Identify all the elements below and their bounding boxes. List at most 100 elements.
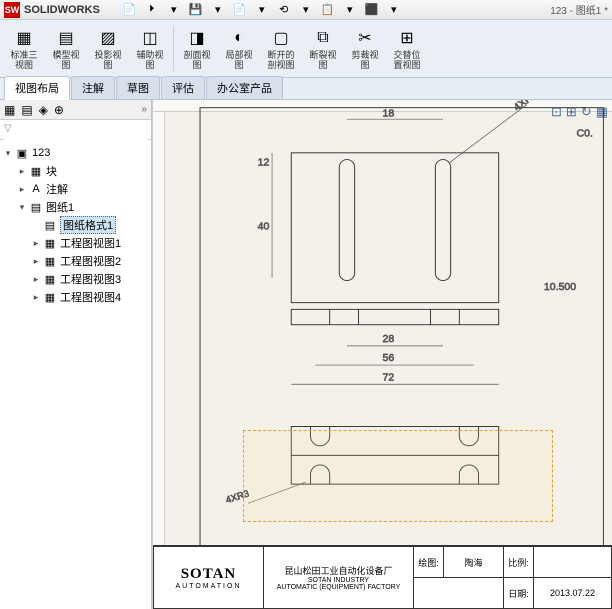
ribbon-button[interactable]: ▨投影视 图 (88, 22, 128, 75)
ribbon-button[interactable]: ◐局部视 图 (219, 22, 259, 75)
ribbon-icon: ▤ (54, 26, 78, 50)
qat-button[interactable]: ▾ (296, 2, 316, 18)
tab[interactable]: 注解 (71, 76, 115, 99)
ribbon-label: 断开的 剖视图 (262, 51, 300, 71)
tree-tab-icon[interactable]: ◈ (39, 103, 48, 117)
node-icon: ▦ (42, 254, 58, 268)
node-label: 工程图视图3 (60, 271, 121, 287)
dim-72: 72 (383, 371, 395, 383)
ribbon-label: 交替位 置视图 (388, 51, 426, 71)
ribbon-label: 剪裁视 图 (346, 51, 384, 71)
qat-button[interactable]: ▾ (340, 2, 360, 18)
tb-company-en2: AUTOMATIC (EQUIPMENT) FACTORY (267, 584, 410, 591)
expand-icon[interactable]: ▾ (2, 148, 14, 159)
ribbon-label: 剖面视 图 (178, 51, 216, 71)
tb-draw-label: 绘图: (414, 547, 444, 578)
qat-button[interactable]: 💾 (186, 2, 206, 18)
document-title: 123 - 图纸1 * (550, 2, 608, 17)
node-label: 图纸格式1 (60, 216, 116, 234)
drawing-canvas[interactable]: ⊡ ⊞ ↻ ▦ 18 (152, 100, 612, 609)
node-label: 图纸1 (46, 199, 74, 215)
ribbon-label: 模型视 图 (47, 51, 85, 71)
ribbon-label: 标准三 视图 (5, 51, 43, 71)
ribbon-label: 辅助视 图 (131, 51, 169, 71)
ribbon-button[interactable]: ⧉断裂视 图 (303, 22, 343, 75)
qat-button[interactable]: 📋 (318, 2, 338, 18)
expand-icon[interactable]: ▸ (30, 274, 42, 285)
qat-button[interactable]: 📄 (230, 2, 250, 18)
qat-button[interactable]: ▾ (164, 2, 184, 18)
ribbon-icon: ◨ (185, 26, 209, 50)
app-name: SOLIDWORKS (24, 4, 100, 16)
tb-date-label: 日期: (504, 578, 534, 609)
collapse-arrow-icon[interactable]: » (141, 104, 147, 115)
qat-button[interactable]: ⟲ (274, 2, 294, 18)
node-icon: ▦ (42, 290, 58, 304)
node-label: 工程图视图1 (60, 235, 121, 251)
ribbon-toolbar: ▦标准三 视图▤模型视 图▨投影视 图◫辅助视 图◨剖面视 图◐局部视 图▢断开… (0, 20, 612, 78)
filter-icon[interactable]: ▽ (4, 123, 12, 134)
tree-tab-icon[interactable]: ⊕ (54, 103, 64, 117)
expand-icon[interactable]: ▸ (30, 238, 42, 249)
ribbon-icon: ▢ (269, 26, 293, 50)
node-label: 123 (32, 147, 50, 159)
dim-12: 12 (258, 156, 270, 168)
ribbon-button[interactable]: ▤模型视 图 (46, 22, 86, 75)
expand-icon[interactable]: ▸ (30, 256, 42, 267)
tab[interactable]: 办公室产品 (206, 76, 283, 99)
ribbon-icon: ▦ (12, 26, 36, 50)
ribbon-icon: ▨ (96, 26, 120, 50)
tab[interactable]: 评估 (161, 76, 205, 99)
feature-search-row: ▽ (0, 120, 151, 140)
tab[interactable]: 草图 (116, 76, 160, 99)
ribbon-separator (173, 26, 174, 71)
node-icon: ▤ (28, 200, 44, 214)
ribbon-label: 局部视 图 (220, 51, 258, 71)
qat-button[interactable]: ▾ (384, 2, 404, 18)
dim-4xr3: 4XR3 (511, 100, 539, 114)
dim-28: 28 (383, 333, 395, 345)
node-icon: ▦ (42, 236, 58, 250)
tree-node[interactable]: ▸▦块 (2, 162, 149, 180)
tb-company-cn: 昆山松田工业自动化设备厂 (267, 564, 410, 577)
node-label: 工程图视图2 (60, 253, 121, 269)
quick-access-toolbar: 📄🞂▾💾▾📄▾⟲▾📋▾⬛▾ (120, 2, 404, 18)
expand-icon[interactable]: ▸ (30, 292, 42, 303)
qat-button[interactable]: ▾ (252, 2, 272, 18)
tree-node[interactable]: ▸A注解 (2, 180, 149, 198)
expand-icon[interactable]: ▸ (16, 184, 28, 195)
ribbon-button[interactable]: ⊞交替位 置视图 (387, 22, 427, 75)
tab[interactable]: 视图布局 (4, 76, 70, 100)
tree-node[interactable]: ▸▦工程图视图4 (2, 288, 149, 306)
ribbon-button[interactable]: ▦标准三 视图 (4, 22, 44, 75)
expand-icon[interactable]: ▸ (16, 166, 28, 177)
node-icon: ▦ (28, 164, 44, 178)
ribbon-icon: ⊞ (395, 26, 419, 50)
ribbon-icon: ⧉ (311, 26, 335, 50)
qat-button[interactable]: ▾ (208, 2, 228, 18)
tree-node[interactable]: ▸▦工程图视图2 (2, 252, 149, 270)
tree-tab-icon[interactable]: ▦ (4, 103, 15, 117)
node-icon: ▣ (14, 146, 30, 160)
ribbon-button[interactable]: ◨剖面视 图 (177, 22, 217, 75)
tree-node[interactable]: ▾▤图纸1 (2, 198, 149, 216)
qat-button[interactable]: ⬛ (362, 2, 382, 18)
dim-10-5: 10.500 (544, 281, 576, 293)
tree-node[interactable]: ▸▦工程图视图3 (2, 270, 149, 288)
dim-40: 40 (258, 221, 270, 233)
expand-icon[interactable]: ▾ (16, 202, 28, 213)
ribbon-button[interactable]: ▢断开的 剖视图 (261, 22, 301, 75)
dim-18: 18 (383, 107, 395, 119)
tree-node[interactable]: ▤图纸格式1 (2, 216, 149, 234)
qat-button[interactable]: 📄 (120, 2, 140, 18)
tree-node[interactable]: ▾▣123 (2, 144, 149, 162)
tb-date-value: 2013.07.22 (534, 578, 612, 609)
ribbon-button[interactable]: ◫辅助视 图 (130, 22, 170, 75)
node-icon: ▤ (42, 218, 58, 232)
node-label: 块 (46, 163, 57, 179)
qat-button[interactable]: 🞂 (142, 2, 162, 18)
tree-node[interactable]: ▸▦工程图视图1 (2, 234, 149, 252)
ribbon-icon: ◐ (227, 26, 251, 50)
tree-tab-icon[interactable]: ▤ (21, 103, 32, 117)
ribbon-button[interactable]: ✂剪裁视 图 (345, 22, 385, 75)
